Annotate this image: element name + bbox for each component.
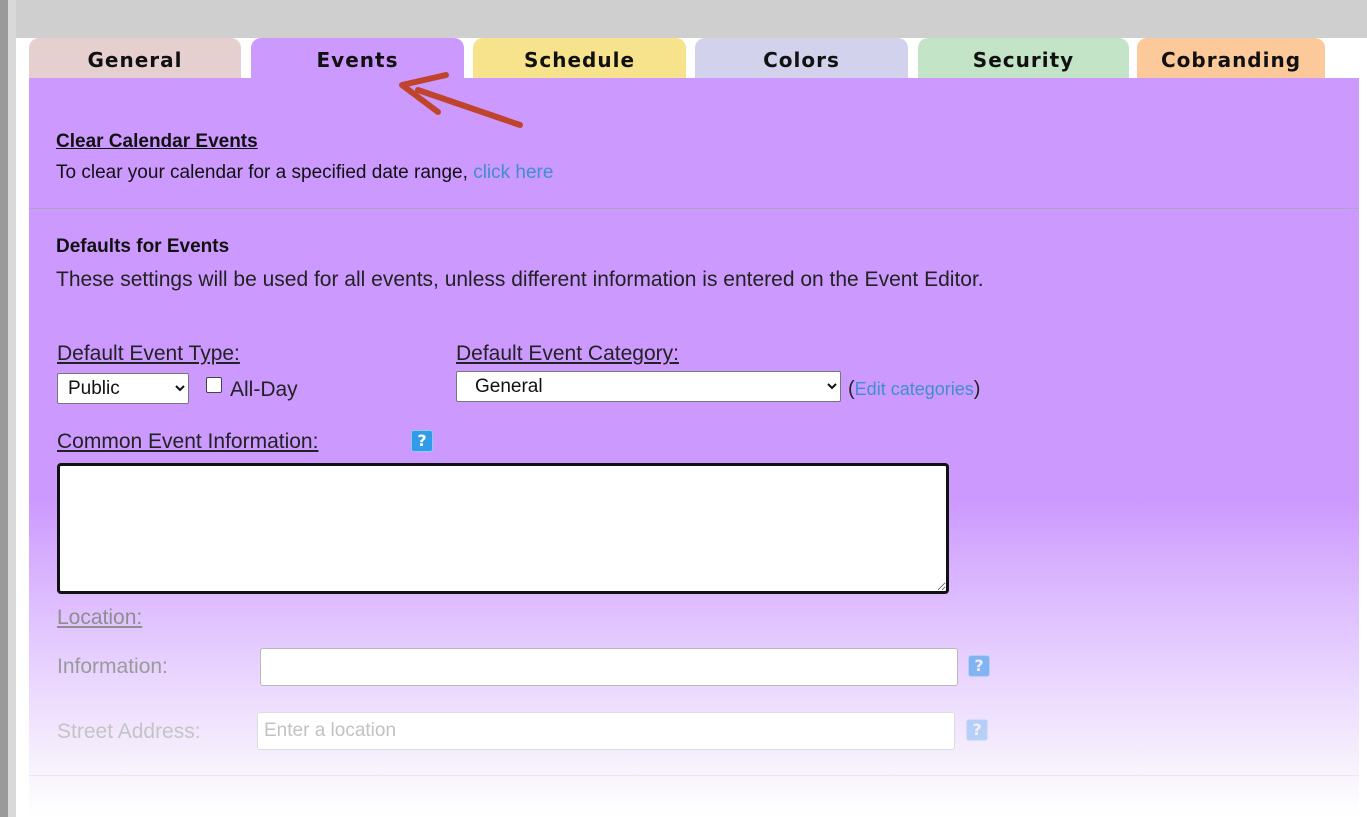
defaults-title: Defaults for Events (56, 236, 230, 257)
clear-events-description: To clear your calendar for a specified d… (56, 162, 553, 184)
common-info-label: Common Event Information: (57, 430, 319, 453)
information-help-icon[interactable]: ? (968, 655, 990, 677)
common-info-textarea[interactable] (57, 463, 949, 594)
tab-colors[interactable]: Colors (695, 38, 908, 78)
top-bar (0, 0, 1367, 38)
paren-close: ) (973, 378, 981, 400)
allday-checkbox[interactable] (206, 377, 222, 393)
edit-categories: (Edit categories) (848, 378, 980, 401)
tab-security[interactable]: Security (918, 38, 1129, 78)
event-type-label: Default Event Type: (57, 342, 240, 365)
paren-open: ( (848, 378, 855, 400)
tab-cobranding[interactable]: Cobranding (1137, 38, 1325, 78)
tab-general[interactable]: General (29, 38, 241, 78)
edit-categories-link[interactable]: Edit categories (855, 379, 974, 399)
defaults-description: These settings will be used for all even… (56, 268, 984, 291)
bottom-divider (29, 775, 1359, 776)
common-info-help-icon[interactable]: ? (411, 430, 433, 452)
section-divider (29, 208, 1359, 209)
click-here-link[interactable]: click here (473, 162, 553, 183)
red-arrow-annotation (399, 72, 523, 128)
information-label: Information: (57, 655, 168, 678)
street-address-label: Street Address: (57, 720, 201, 743)
event-category-label: Default Event Category: (456, 342, 679, 365)
window-left-edge (0, 0, 16, 817)
location-label: Location: (57, 606, 143, 629)
location-information-input[interactable] (260, 648, 958, 686)
street-address-input[interactable] (257, 712, 955, 750)
allday-label: All-Day (230, 378, 298, 401)
clear-events-title[interactable]: Clear Calendar Events (56, 131, 258, 153)
event-category-select[interactable]: General (456, 371, 841, 402)
events-panel: Clear Calendar Events To clear your cale… (29, 78, 1359, 817)
street-address-help-icon[interactable]: ? (966, 719, 988, 741)
clear-description-text: To clear your calendar for a specified d… (56, 162, 468, 183)
tab-strip: General Events Schedule Colors Security … (29, 38, 1359, 79)
event-type-select[interactable]: Public (57, 373, 189, 404)
